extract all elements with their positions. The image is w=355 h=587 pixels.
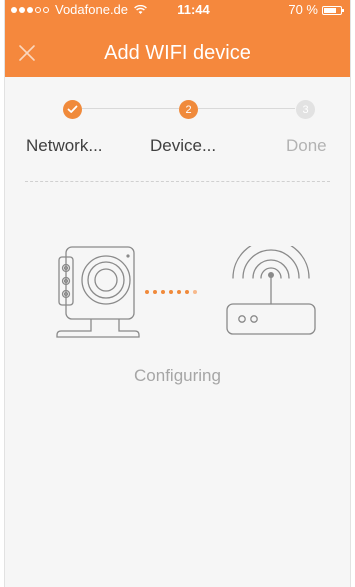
step-3-badge: 3 <box>296 100 315 119</box>
step-1-check-icon <box>63 100 82 119</box>
battery-percent: 70 % <box>288 2 318 17</box>
camera-icon <box>56 246 140 338</box>
router-icon <box>226 246 316 335</box>
battery-info: 70 % <box>288 0 344 20</box>
status-bar: Vodafone.de 11:44 70 % <box>5 0 350 20</box>
status-time: 11:44 <box>177 2 210 17</box>
divider <box>25 181 330 182</box>
step-2-label: Device... <box>150 136 217 155</box>
step-indicator: 2 3 Network... Device... Done <box>5 98 350 168</box>
page-title: Add WIFI device <box>104 42 251 64</box>
step-connector <box>198 108 295 109</box>
step-1-label: Network... <box>26 136 103 155</box>
header: Vodafone.de 11:44 70 % Add WIFI device <box>5 0 350 77</box>
step-3-label: Done <box>286 136 327 155</box>
progress-dots <box>145 290 197 294</box>
battery-icon <box>322 5 344 15</box>
step-connector <box>82 108 179 109</box>
step-2-badge: 2 <box>179 100 198 119</box>
connection-illustration <box>5 240 350 350</box>
nav-bar: Add WIFI device <box>5 20 350 77</box>
app-screen: Vodafone.de 11:44 70 % Add WIFI device 2… <box>4 0 351 587</box>
configuring-status: Configuring <box>134 366 221 385</box>
